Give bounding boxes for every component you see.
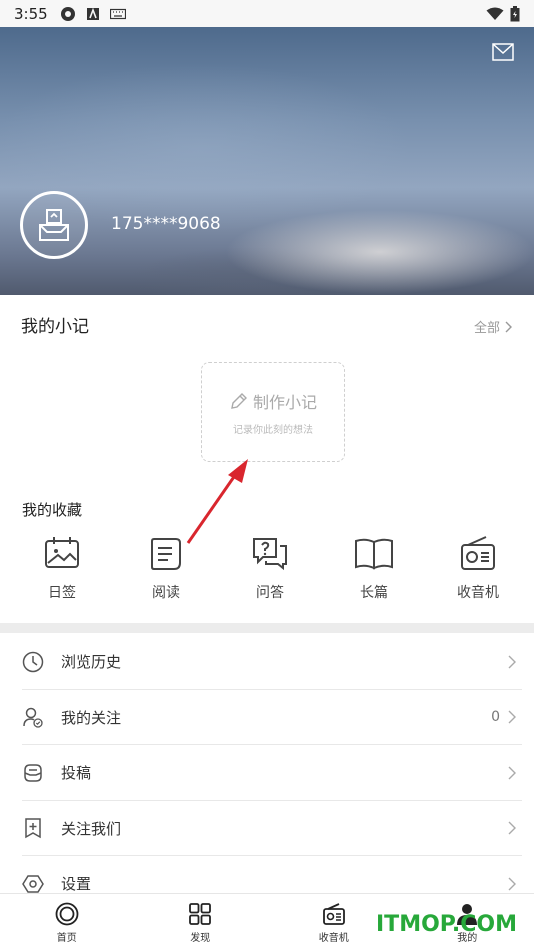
chevron-right-icon (508, 655, 516, 669)
favorite-item-long[interactable]: 长篇 (322, 533, 426, 602)
submit-icon (24, 764, 42, 782)
favorite-label: 问答 (256, 585, 284, 601)
menu-item-follow-us[interactable]: 关注我们 (0, 801, 534, 857)
menu-list: 浏览历史 我的关注 0 投稿 关注我们 设置 (0, 634, 534, 912)
menu-label: 投稿 (61, 764, 92, 783)
notes-title: 我的小记 (21, 317, 89, 337)
make-note-subtitle: 记录你此刻的想法 (233, 424, 313, 436)
user-phone[interactable]: 175****9068 (111, 214, 221, 234)
chevron-right-icon (505, 321, 512, 332)
menu-label: 设置 (61, 875, 92, 894)
profile-banner: 175****9068 (0, 27, 534, 295)
menu-item-history[interactable]: 浏览历史 (0, 634, 534, 690)
grid-icon (189, 903, 212, 925)
settings-icon (60, 6, 75, 21)
mail-icon[interactable] (492, 43, 514, 61)
menu-label: 浏览历史 (61, 653, 122, 672)
favorites-row: 日签 阅读 问答 长篇 收音机 (0, 533, 534, 602)
book-icon (355, 538, 393, 570)
menu-item-submit[interactable]: 投稿 (0, 745, 534, 801)
keyboard-icon (109, 8, 126, 19)
home-circle-icon (55, 902, 79, 926)
favorite-item-reading[interactable]: 阅读 (114, 533, 218, 602)
calendar-photo-icon (45, 537, 79, 568)
menu-label: 我的关注 (61, 708, 122, 727)
document-icon (151, 538, 181, 570)
chevron-right-icon (508, 766, 516, 780)
nav-label: 收音机 (318, 933, 349, 944)
following-count: 0 (491, 709, 500, 726)
nav-home[interactable]: 首页 (0, 894, 134, 950)
favorite-item-daily[interactable]: 日签 (10, 533, 114, 602)
favorite-label: 阅读 (152, 585, 180, 601)
all-label: 全部 (473, 321, 500, 336)
wifi-icon (486, 7, 504, 20)
pencil-icon (231, 392, 247, 409)
chevron-right-icon (508, 710, 516, 724)
favorites-title: 我的收藏 (22, 501, 83, 519)
nav-label: 发现 (190, 933, 211, 944)
notes-all-link[interactable]: 全部 (474, 317, 512, 336)
ballot-box-icon (39, 209, 69, 241)
watermark: ITMOP.COM (376, 912, 517, 937)
chevron-right-icon (508, 821, 516, 835)
section-divider (0, 623, 534, 633)
make-note-label: 制作小记 (252, 392, 317, 412)
bookmark-plus-icon (25, 818, 41, 839)
favorite-item-radio[interactable]: 收音机 (426, 533, 530, 602)
settings-hexagon-icon (22, 875, 44, 893)
nav-discover[interactable]: 发现 (134, 894, 268, 950)
menu-item-following[interactable]: 我的关注 0 (0, 690, 534, 746)
make-note-button[interactable]: 制作小记 记录你此刻的想法 (201, 362, 345, 462)
status-time: 3:55 (14, 4, 48, 23)
qa-icon (253, 538, 287, 571)
radio-icon (322, 903, 345, 925)
favorite-label: 长篇 (360, 585, 388, 601)
menu-label: 关注我们 (61, 819, 122, 838)
status-bar: 3:55 (0, 0, 534, 27)
favorite-label: 收音机 (457, 585, 499, 601)
avatar[interactable] (20, 191, 88, 259)
nav-label: 首页 (56, 933, 77, 944)
clock-icon (22, 651, 44, 672)
favorite-item-qa[interactable]: 问答 (218, 533, 322, 602)
favorite-label: 日签 (48, 585, 76, 601)
user-follow-icon (23, 708, 43, 728)
a-icon (86, 7, 99, 20)
radio-icon (461, 536, 495, 570)
battery-icon (510, 5, 520, 21)
chevron-right-icon (508, 877, 516, 891)
